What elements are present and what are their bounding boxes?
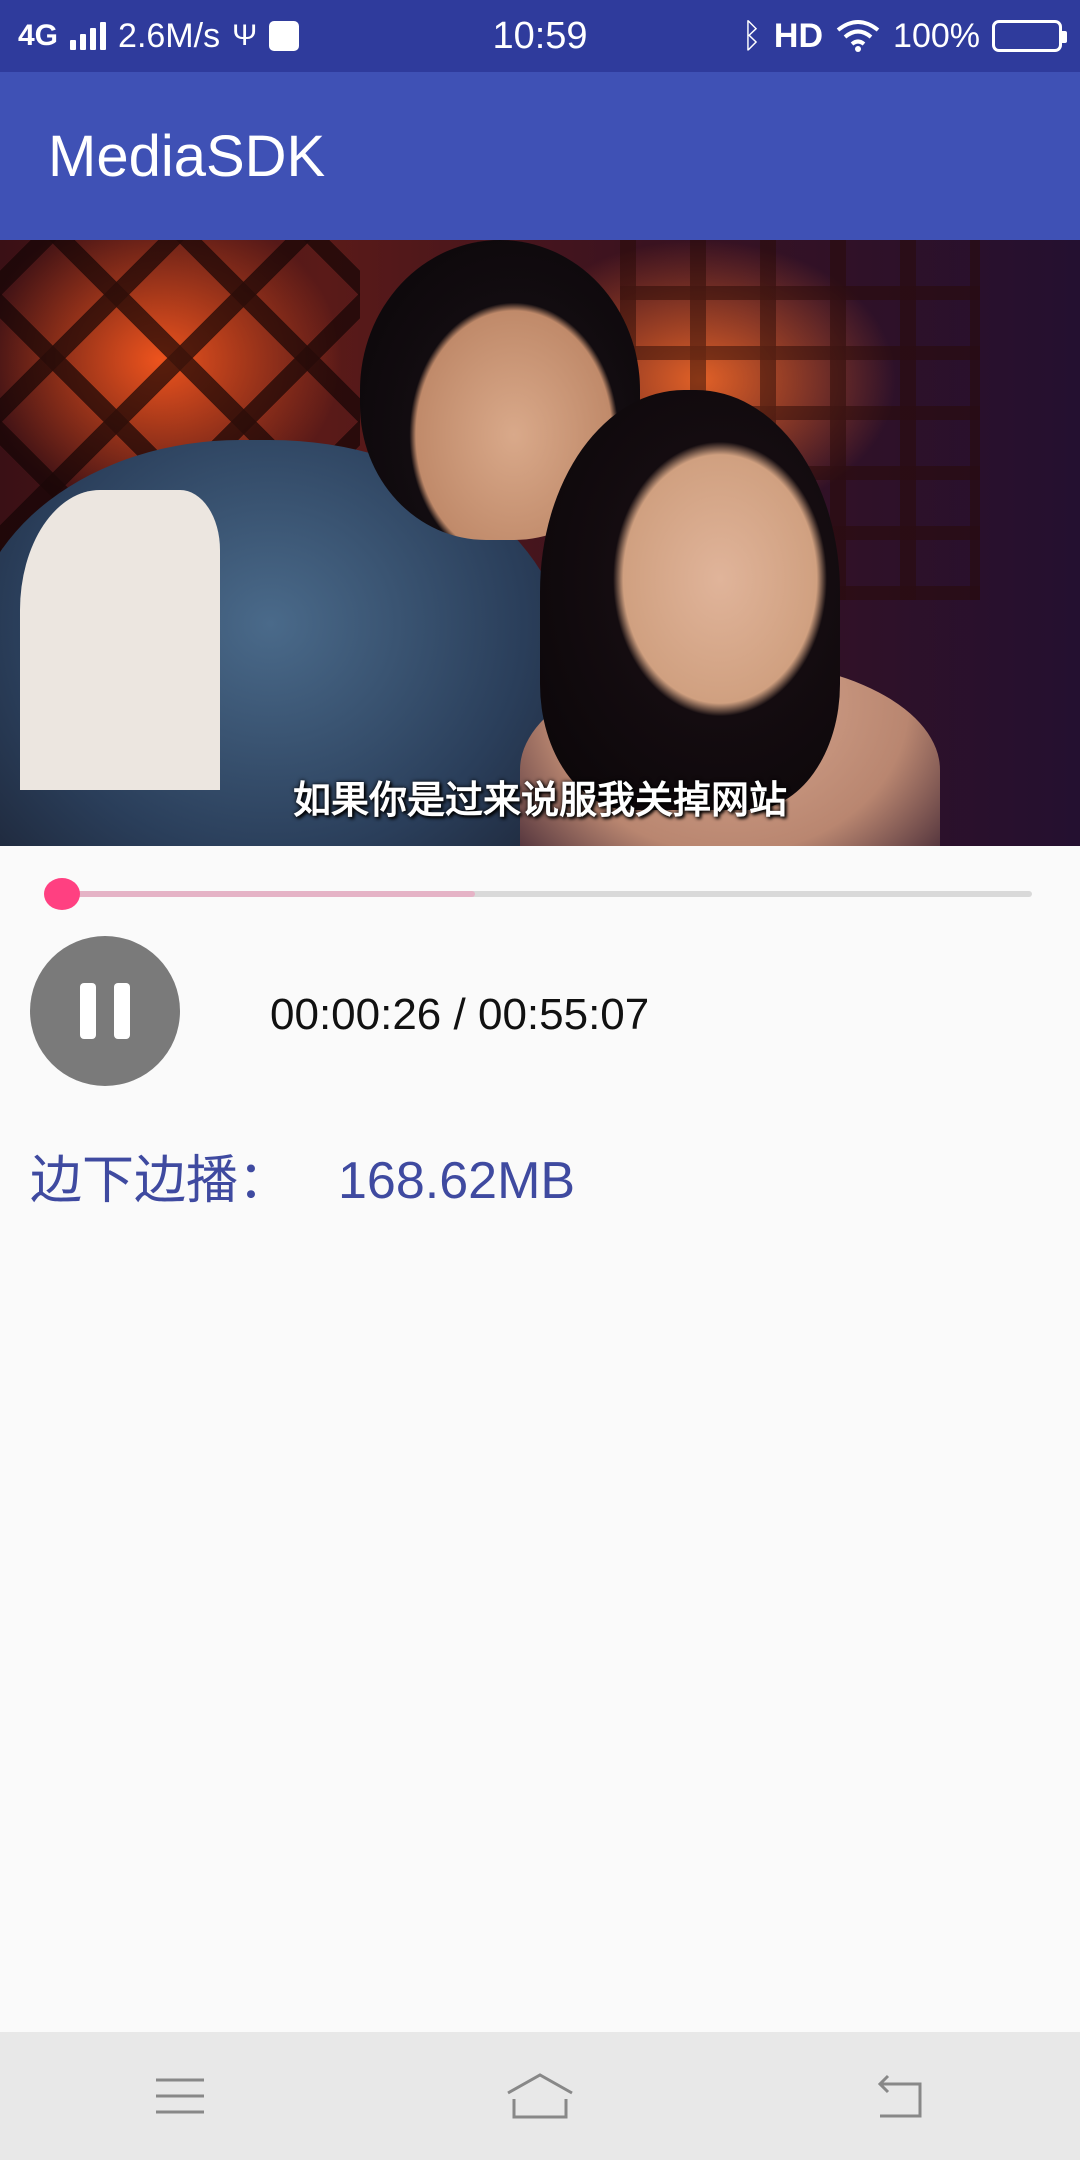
- status-left: 4G 2.6M/s Ψ: [18, 16, 300, 56]
- screen: 4G 2.6M/s Ψ 10:59 ᛒ HD 100% MediaSDK 如果你…: [0, 0, 1080, 2160]
- back-icon: [877, 2074, 922, 2118]
- signal-icon: [70, 22, 107, 50]
- wifi-icon: [836, 20, 880, 52]
- elapsed-time: 00:00:26: [270, 990, 442, 1039]
- network-type: 4G: [18, 19, 59, 52]
- download-size: 168.62MB: [338, 1152, 576, 1210]
- back-button[interactable]: [820, 2046, 980, 2146]
- menu-icon: [156, 2078, 204, 2114]
- video-subtitle: 如果你是过来说服我关掉网站: [292, 778, 787, 822]
- video-figure-woman-head: [540, 390, 840, 810]
- download-label: 边下边播：: [30, 1151, 291, 1211]
- playback-time: 00:00:26 / 00:55:07: [270, 990, 649, 1040]
- home-button[interactable]: [460, 2046, 620, 2146]
- usb-debug-icon: [269, 21, 300, 51]
- time-separator: /: [441, 990, 478, 1039]
- total-duration: 00:55:07: [477, 990, 650, 1039]
- pause-icon-bar-right: [114, 983, 130, 1039]
- home-icon: [507, 2073, 573, 2119]
- usb-icon: Ψ: [232, 19, 258, 52]
- status-bar: 4G 2.6M/s Ψ 10:59 ᛒ HD 100%: [0, 0, 1080, 72]
- navigation-bar: [0, 2032, 1080, 2160]
- app-title: MediaSDK: [48, 123, 326, 189]
- app-bar: MediaSDK: [0, 72, 1080, 240]
- network-speed: 2.6M/s: [118, 16, 221, 55]
- battery-icon: [992, 20, 1067, 52]
- pause-button[interactable]: [30, 936, 180, 1086]
- hd-label: HD: [773, 16, 824, 55]
- seek-thumb[interactable]: [43, 878, 80, 910]
- video-figure-shirt: [20, 490, 220, 790]
- bluetooth-icon: ᛒ: [741, 16, 762, 55]
- menu-button[interactable]: [100, 2046, 260, 2146]
- seek-buffer: [54, 891, 475, 897]
- battery-percent: 100%: [893, 16, 980, 55]
- status-right: ᛒ HD 100%: [741, 16, 1067, 56]
- pause-icon-bar-left: [80, 983, 96, 1039]
- video-player[interactable]: 如果你是过来说服我关掉网站: [0, 240, 1080, 846]
- seek-bar[interactable]: [36, 876, 1032, 916]
- download-info: 边下边播： 168.62MB: [30, 1138, 575, 1213]
